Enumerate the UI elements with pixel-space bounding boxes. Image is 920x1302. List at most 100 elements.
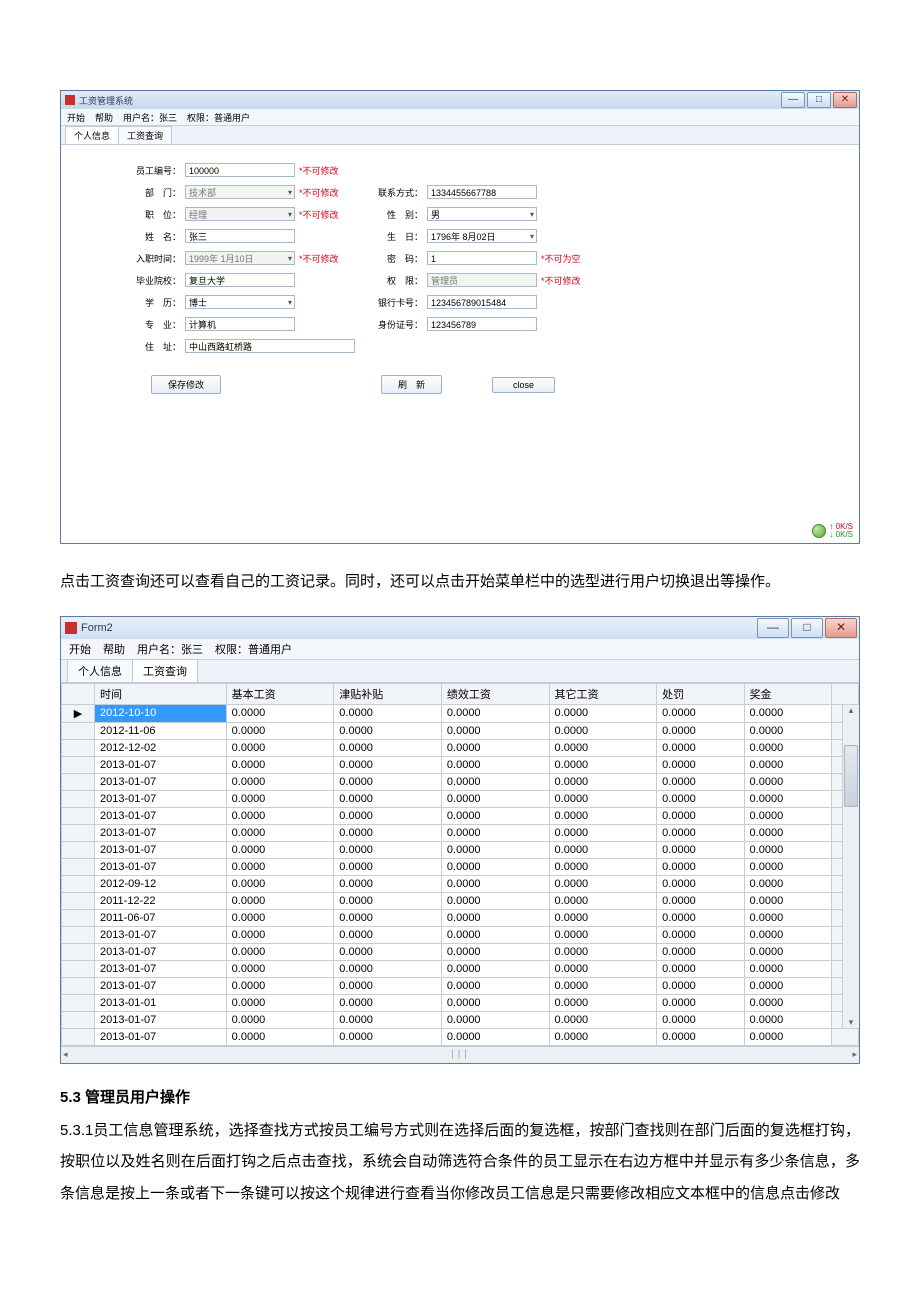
tab-personal-2[interactable]: 个人信息 — [67, 659, 133, 682]
horizontal-scrollbar[interactable]: ◂ ⏐⏐⏐ ▸ — [61, 1046, 859, 1063]
table-cell[interactable]: 0.0000 — [744, 892, 831, 909]
scroll-right-icon[interactable]: ▸ — [852, 1049, 857, 1060]
table-cell[interactable]: 0.0000 — [657, 756, 744, 773]
table-cell[interactable]: 0.0000 — [744, 960, 831, 977]
table-cell[interactable]: 2012-11-06 — [95, 722, 227, 739]
table-cell[interactable]: 0.0000 — [549, 790, 657, 807]
tab-personal-1[interactable]: 个人信息 — [65, 126, 119, 144]
table-cell[interactable]: 2011-06-07 — [95, 909, 227, 926]
table-cell[interactable]: 2012-12-02 — [95, 739, 227, 756]
table-cell[interactable]: 0.0000 — [744, 926, 831, 943]
table-cell[interactable]: 0.0000 — [334, 892, 442, 909]
table-row[interactable]: 2012-12-020.00000.00000.00000.00000.0000… — [62, 739, 859, 756]
table-row[interactable]: 2013-01-070.00000.00000.00000.00000.0000… — [62, 858, 859, 875]
table-cell[interactable]: 0.0000 — [657, 875, 744, 892]
table-cell[interactable]: 2013-01-07 — [95, 858, 227, 875]
table-cell[interactable]: 0.0000 — [441, 807, 549, 824]
table-cell[interactable]: 0.0000 — [334, 960, 442, 977]
table-row[interactable]: 2013-01-070.00000.00000.00000.00000.0000… — [62, 790, 859, 807]
save-button[interactable]: 保存修改 — [151, 375, 221, 394]
table-cell[interactable]: 0.0000 — [657, 858, 744, 875]
table-cell[interactable]: 0.0000 — [657, 1011, 744, 1028]
scroll-left-icon[interactable]: ◂ — [63, 1049, 68, 1060]
table-row[interactable]: 2013-01-070.00000.00000.00000.00000.0000… — [62, 926, 859, 943]
table-cell[interactable]: 0.0000 — [226, 704, 334, 722]
table-row[interactable]: 2012-11-060.00000.00000.00000.00000.0000… — [62, 722, 859, 739]
table-cell[interactable]: 0.0000 — [441, 704, 549, 722]
scroll-up-icon[interactable]: ▴ — [849, 705, 854, 716]
table-cell[interactable]: 0.0000 — [657, 739, 744, 756]
table-cell[interactable]: 0.0000 — [334, 704, 442, 722]
idcard-field[interactable]: 123456789 — [427, 317, 537, 331]
table-cell[interactable]: 0.0000 — [226, 858, 334, 875]
addr-field[interactable]: 中山西路虹桥路 — [185, 339, 355, 353]
table-cell[interactable]: 0.0000 — [226, 790, 334, 807]
table-cell[interactable]: 0.0000 — [226, 960, 334, 977]
table-cell[interactable]: 0.0000 — [549, 960, 657, 977]
pwd-field[interactable]: 1 — [427, 251, 537, 265]
vertical-scrollbar[interactable]: ▴ ▾ — [842, 705, 859, 1028]
table-cell[interactable]: 0.0000 — [549, 926, 657, 943]
table-cell[interactable]: 0.0000 — [549, 807, 657, 824]
table-row[interactable]: 2011-06-070.00000.00000.00000.00000.0000… — [62, 909, 859, 926]
table-cell[interactable]: 2013-01-07 — [95, 1028, 227, 1045]
table-cell[interactable]: 0.0000 — [744, 909, 831, 926]
table-cell[interactable]: 0.0000 — [226, 773, 334, 790]
column-header[interactable]: 时间 — [95, 683, 227, 704]
menu-help[interactable]: 帮助 — [95, 111, 113, 124]
table-row[interactable]: 2013-01-070.00000.00000.00000.00000.0000… — [62, 960, 859, 977]
degree-select[interactable]: 博士 — [185, 295, 295, 309]
table-cell[interactable]: 0.0000 — [226, 824, 334, 841]
table-cell[interactable]: 0.0000 — [441, 909, 549, 926]
table-cell[interactable]: 2013-01-07 — [95, 807, 227, 824]
table-row[interactable]: 2013-01-070.00000.00000.00000.00000.0000… — [62, 1028, 859, 1045]
table-cell[interactable]: 0.0000 — [334, 875, 442, 892]
table-row[interactable]: 2011-12-220.00000.00000.00000.00000.0000… — [62, 892, 859, 909]
table-cell[interactable]: 0.0000 — [226, 943, 334, 960]
refresh-button[interactable]: 刷 新 — [381, 375, 442, 394]
table-cell[interactable]: 0.0000 — [226, 722, 334, 739]
table-cell[interactable]: 2013-01-07 — [95, 841, 227, 858]
table-cell[interactable]: 0.0000 — [549, 994, 657, 1011]
table-cell[interactable]: 0.0000 — [334, 909, 442, 926]
table-cell[interactable]: 0.0000 — [334, 1028, 442, 1045]
table-cell[interactable]: 0.0000 — [744, 977, 831, 994]
table-cell[interactable]: 0.0000 — [226, 926, 334, 943]
table-cell[interactable]: 0.0000 — [657, 994, 744, 1011]
table-cell[interactable]: 0.0000 — [657, 926, 744, 943]
table-cell[interactable]: 0.0000 — [744, 739, 831, 756]
table-cell[interactable]: 0.0000 — [657, 841, 744, 858]
table-cell[interactable]: 0.0000 — [549, 1011, 657, 1028]
menu-start-2[interactable]: 开始 — [69, 641, 91, 657]
pos-select[interactable]: 经理 — [185, 207, 295, 221]
tab-salary-1[interactable]: 工资查询 — [118, 126, 172, 144]
table-cell[interactable]: 0.0000 — [549, 756, 657, 773]
name-field[interactable]: 张三 — [185, 229, 295, 243]
maximize-icon[interactable]: □ — [807, 92, 831, 108]
table-row[interactable]: 2013-01-070.00000.00000.00000.00000.0000… — [62, 824, 859, 841]
table-cell[interactable]: 0.0000 — [334, 756, 442, 773]
gender-select[interactable]: 男 — [427, 207, 537, 221]
table-cell[interactable]: 2013-01-07 — [95, 926, 227, 943]
table-cell[interactable]: 0.0000 — [226, 977, 334, 994]
column-header[interactable]: 绩效工资 — [441, 683, 549, 704]
table-cell[interactable]: 0.0000 — [744, 824, 831, 841]
dept-select[interactable]: 技术部 — [185, 185, 295, 199]
table-cell[interactable]: 0.0000 — [744, 807, 831, 824]
table-cell[interactable]: 0.0000 — [334, 790, 442, 807]
table-cell[interactable]: 0.0000 — [441, 756, 549, 773]
table-cell[interactable]: 2013-01-07 — [95, 790, 227, 807]
table-cell[interactable]: 0.0000 — [334, 807, 442, 824]
column-header[interactable]: 其它工资 — [549, 683, 657, 704]
table-cell[interactable]: 0.0000 — [226, 1028, 334, 1045]
table-cell[interactable]: 0.0000 — [334, 739, 442, 756]
table-cell[interactable]: 0.0000 — [549, 739, 657, 756]
table-cell[interactable]: 0.0000 — [744, 722, 831, 739]
table-cell[interactable]: 0.0000 — [441, 773, 549, 790]
table-cell[interactable]: 0.0000 — [549, 722, 657, 739]
table-cell[interactable]: 0.0000 — [549, 773, 657, 790]
table-cell[interactable]: 2013-01-01 — [95, 994, 227, 1011]
table-row[interactable]: 2013-01-070.00000.00000.00000.00000.0000… — [62, 943, 859, 960]
table-cell[interactable]: 0.0000 — [744, 943, 831, 960]
table-cell[interactable]: 0.0000 — [334, 977, 442, 994]
